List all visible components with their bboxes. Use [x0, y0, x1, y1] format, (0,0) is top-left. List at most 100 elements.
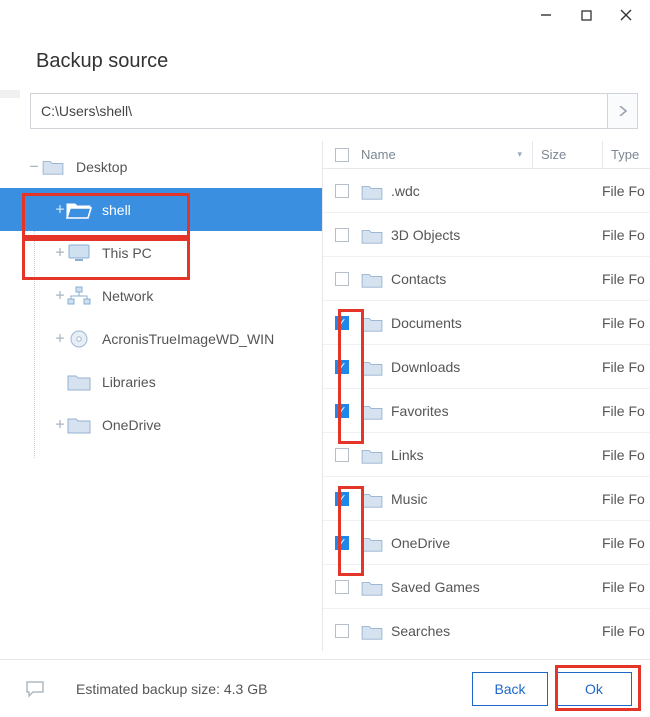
row-checkbox[interactable]	[323, 580, 361, 594]
file-type: File Fo	[602, 315, 650, 331]
tree-node-onedrive[interactable]: + OneDrive	[0, 403, 322, 446]
checkbox-icon	[335, 360, 349, 374]
folder-icon	[361, 271, 383, 287]
checkbox-icon	[335, 492, 349, 506]
list-item[interactable]: 3D Objects File Fo	[323, 213, 650, 257]
list-item[interactable]: Contacts File Fo	[323, 257, 650, 301]
row-checkbox[interactable]	[323, 404, 361, 418]
file-type: File Fo	[602, 227, 650, 243]
estimated-size: Estimated backup size: 4.3 GB	[76, 681, 464, 697]
list-item[interactable]: Favorites File Fo	[323, 389, 650, 433]
folder-icon	[361, 535, 383, 551]
list-item[interactable]: SearchesFile Fo	[323, 609, 650, 651]
column-type[interactable]: Type	[602, 141, 650, 168]
minimize-button[interactable]	[526, 0, 566, 30]
list-item[interactable]: .wdcFile Fo	[323, 169, 650, 213]
row-checkbox[interactable]	[323, 272, 361, 286]
file-name: Contacts	[391, 271, 446, 287]
folder-icon	[361, 403, 383, 419]
row-checkbox[interactable]	[323, 448, 361, 462]
row-checkbox[interactable]	[323, 624, 361, 638]
checkbox-icon	[335, 272, 349, 286]
checkbox-icon	[335, 536, 349, 550]
row-checkbox[interactable]	[323, 228, 361, 242]
network-icon	[66, 286, 92, 306]
list-item[interactable]: MusicFile Fo	[323, 477, 650, 521]
checkbox-icon	[335, 228, 349, 242]
close-button[interactable]	[606, 0, 646, 30]
file-type: File Fo	[602, 491, 650, 507]
checkbox-icon	[335, 316, 349, 330]
computer-icon	[66, 243, 92, 263]
folder-icon	[361, 183, 383, 199]
tree-node-desktop[interactable]: − Desktop	[0, 145, 322, 188]
list-item[interactable]: OneDrive File Fo	[323, 521, 650, 565]
back-button[interactable]: Back	[472, 672, 548, 706]
folder-icon	[40, 157, 66, 177]
tree-label: shell	[102, 202, 131, 218]
file-type: File Fo	[602, 579, 650, 595]
row-checkbox[interactable]	[323, 492, 361, 506]
tree-node-shell[interactable]: + shell	[0, 188, 322, 231]
file-name: Links	[391, 447, 424, 463]
list-item[interactable]: DocumentsFile Fo	[323, 301, 650, 345]
folder-icon	[361, 623, 383, 639]
expand-icon[interactable]: +	[54, 247, 66, 259]
tree-label: AcronisTrueImageWD_WIN	[102, 331, 274, 347]
sort-caret-icon: ▾	[517, 149, 522, 160]
titlebar	[0, 0, 650, 30]
tree-label: Desktop	[76, 159, 127, 175]
row-checkbox[interactable]	[323, 360, 361, 374]
checkbox-icon	[335, 184, 349, 198]
folder-icon	[361, 447, 383, 463]
checkbox-icon	[335, 448, 349, 462]
decoration	[0, 90, 20, 98]
list-item[interactable]: Links File Fo	[323, 433, 650, 477]
chat-icon[interactable]	[24, 680, 46, 698]
page-title: Backup source	[0, 30, 650, 87]
maximize-button[interactable]	[566, 0, 606, 30]
file-type: File Fo	[602, 271, 650, 287]
file-type: File Fo	[602, 403, 650, 419]
tree-node-this-pc[interactable]: + This PC	[0, 231, 322, 274]
path-go-button[interactable]	[607, 94, 637, 128]
column-size[interactable]: Size	[532, 141, 602, 168]
folder-icon	[361, 315, 383, 331]
file-name: Favorites	[391, 403, 449, 419]
libraries-icon	[66, 372, 92, 392]
disc-icon	[66, 329, 92, 349]
expand-icon[interactable]: +	[54, 290, 66, 302]
checkbox-icon	[335, 624, 349, 638]
tree-node-network[interactable]: + Network	[0, 274, 322, 317]
list-item[interactable]: Saved Games File Fo	[323, 565, 650, 609]
checkbox-icon	[335, 148, 349, 162]
expand-icon[interactable]: +	[54, 204, 66, 216]
tree-node-libraries[interactable]: Libraries	[0, 360, 322, 403]
row-checkbox[interactable]	[323, 184, 361, 198]
collapse-icon[interactable]: −	[28, 161, 40, 173]
tree-label: This PC	[102, 245, 152, 261]
tree-label: Network	[102, 288, 153, 304]
row-checkbox[interactable]	[323, 536, 361, 550]
column-name[interactable]: Name ▾	[361, 147, 532, 162]
expand-icon[interactable]	[54, 376, 66, 388]
file-name: Saved Games	[391, 579, 480, 595]
file-list: Name ▾ Size Type .wdcFile Fo 3D Objects Fi…	[322, 141, 650, 651]
file-type: File Fo	[602, 623, 650, 639]
expand-icon[interactable]: +	[54, 419, 66, 431]
file-name: 3D Objects	[391, 227, 460, 243]
column-label: Size	[541, 147, 566, 162]
tree-label: OneDrive	[102, 417, 161, 433]
checkbox-icon	[335, 404, 349, 418]
ok-button[interactable]: Ok	[556, 672, 632, 706]
path-input[interactable]	[31, 94, 607, 128]
list-item[interactable]: DownloadsFile Fo	[323, 345, 650, 389]
folder-icon	[66, 415, 92, 435]
file-type: File Fo	[602, 447, 650, 463]
file-name: OneDrive	[391, 535, 450, 551]
file-type: File Fo	[602, 535, 650, 551]
row-checkbox[interactable]	[323, 316, 361, 330]
expand-icon[interactable]: +	[54, 333, 66, 345]
header-checkbox[interactable]	[323, 148, 361, 162]
tree-node-acronis[interactable]: + AcronisTrueImageWD_WIN	[0, 317, 322, 360]
